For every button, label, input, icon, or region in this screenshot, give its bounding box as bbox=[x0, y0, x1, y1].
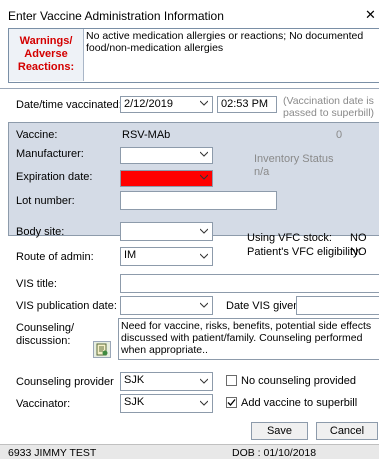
inventory-status-label: Inventory Status bbox=[254, 153, 334, 165]
chevron-down-icon bbox=[200, 174, 208, 180]
chevron-down-icon bbox=[200, 151, 208, 157]
manufacturer-label: Manufacturer: bbox=[16, 148, 84, 160]
manufacturer-select[interactable] bbox=[120, 147, 213, 164]
body-site-select[interactable] bbox=[120, 222, 213, 241]
counseling-provider-select[interactable]: SJK bbox=[120, 372, 213, 391]
patient-dob: DOB : 01/10/2018 bbox=[232, 447, 317, 459]
chevron-down-icon bbox=[200, 302, 208, 308]
chevron-down-icon bbox=[200, 400, 208, 406]
status-bar: 6933 JIMMY TEST DOB : 01/10/2018 bbox=[0, 444, 379, 459]
expiration-date-picker[interactable] bbox=[120, 170, 213, 187]
vis-pub-date-select[interactable] bbox=[120, 296, 213, 315]
vis-given-label: Date VIS given: bbox=[226, 300, 303, 312]
divider bbox=[0, 88, 379, 89]
patient-name: 6933 JIMMY TEST bbox=[8, 447, 97, 459]
lot-number-label: Lot number: bbox=[16, 195, 75, 207]
window-title: Enter Vaccine Administration Information bbox=[8, 9, 224, 23]
vaccine-value: RSV-MAb bbox=[122, 129, 171, 141]
route-label: Route of admin: bbox=[16, 251, 94, 263]
counseling-provider-label: Counseling provider bbox=[16, 376, 114, 388]
add-superbill-checkbox[interactable] bbox=[226, 397, 237, 408]
expiration-label: Expiration date: bbox=[16, 171, 93, 183]
counseling-textarea[interactable]: Need for vaccine, risks, benefits, poten… bbox=[118, 318, 379, 360]
vis-title-select[interactable] bbox=[120, 274, 379, 293]
inventory-status-value: n/a bbox=[254, 166, 270, 178]
close-icon[interactable]: ✕ bbox=[365, 7, 376, 23]
vis-given-date-select[interactable] bbox=[296, 296, 379, 315]
chevron-down-icon bbox=[200, 228, 208, 234]
chevron-down-icon bbox=[200, 378, 208, 384]
no-counseling-checkbox[interactable] bbox=[226, 375, 237, 386]
vfc-eligibility-value: NO bbox=[350, 246, 367, 258]
body-site-label: Body site: bbox=[16, 226, 65, 238]
counseling-label: Counseling/ discussion: bbox=[16, 322, 75, 347]
vfc-stock-value: NO bbox=[350, 232, 367, 244]
save-button[interactable]: Save bbox=[251, 422, 308, 440]
add-superbill-label: Add vaccine to superbill bbox=[241, 397, 358, 409]
warnings-text: No active medication allergies or reacti… bbox=[86, 30, 364, 54]
vaccine-label: Vaccine: bbox=[16, 129, 58, 141]
vfc-stock-label: Using VFC stock: bbox=[247, 232, 332, 244]
datetime-label: Date/time vaccinated: bbox=[16, 99, 122, 111]
vaccine-count: 0 bbox=[336, 129, 343, 141]
cancel-button[interactable]: Cancel bbox=[316, 422, 378, 440]
route-select[interactable]: IM bbox=[120, 247, 213, 266]
time-field[interactable]: 02:53 PM bbox=[217, 96, 277, 113]
vaccinator-select[interactable]: SJK bbox=[120, 394, 213, 413]
chevron-down-icon bbox=[200, 100, 208, 106]
warnings-label: Warnings/ Adverse Reactions: bbox=[9, 29, 84, 81]
vaccinator-label: Vaccinator: bbox=[16, 398, 71, 410]
datetime-note: (Vaccination date is passed to superbill… bbox=[283, 95, 375, 119]
checkmark-icon bbox=[227, 399, 236, 406]
lot-number-field[interactable] bbox=[120, 191, 277, 210]
no-counseling-label: No counseling provided bbox=[241, 375, 356, 387]
vis-pub-label: VIS publication date: bbox=[16, 300, 117, 312]
notes-icon[interactable] bbox=[93, 341, 111, 358]
vfc-eligibility-label: Patient's VFC eligibility: bbox=[247, 246, 362, 258]
chevron-down-icon bbox=[200, 253, 208, 259]
date-picker[interactable]: 2/12/2019 bbox=[120, 96, 213, 113]
vis-title-label: VIS title: bbox=[16, 278, 57, 290]
